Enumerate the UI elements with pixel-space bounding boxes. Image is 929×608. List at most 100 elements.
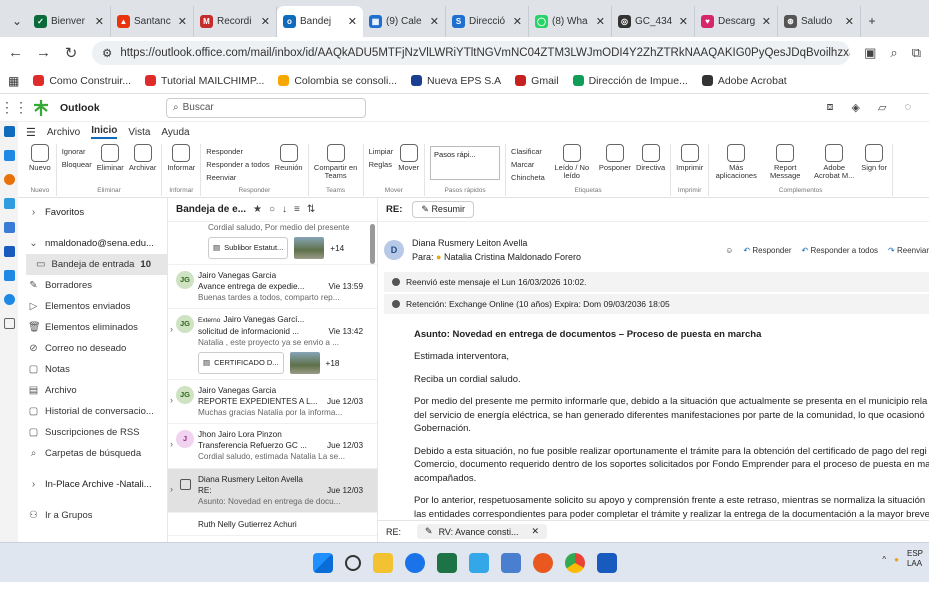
tab-search-chevron-icon[interactable]: ⌄ — [6, 14, 28, 37]
browser-tab[interactable]: ♥ Descarg ✕ — [695, 6, 778, 37]
folder-item[interactable]: ▢ Suscripciones de RSS — [18, 422, 167, 443]
browser-tab[interactable]: ◯ (8) Wha ✕ — [529, 6, 612, 37]
bookmark-item[interactable]: Dirección de Impue... — [572, 75, 688, 87]
message-item[interactable]: › JG Jairo Vanegas Garcia REPORTE EXPEDIENT… — [168, 380, 377, 425]
ribbon-button[interactable]: Report Message — [763, 144, 807, 187]
list-title[interactable]: Bandeja de e... — [176, 204, 246, 215]
search-icon[interactable] — [344, 554, 361, 571]
calendar-app-icon[interactable] — [3, 150, 15, 161]
word-app-icon[interactable] — [3, 246, 15, 257]
hamburger-menu-icon[interactable]: ☰ — [26, 126, 36, 139]
language-label[interactable]: ESP — [907, 549, 923, 559]
excel-icon[interactable] — [436, 552, 457, 573]
ribbon-small-button[interactable]: Clasificar — [511, 147, 545, 156]
todo-app-icon[interactable] — [3, 222, 15, 233]
bookmark-item[interactable]: Adobe Acrobat — [701, 75, 787, 87]
site-settings-icon[interactable]: ⚙ — [102, 46, 112, 60]
folder-item[interactable]: ✎ Borradores — [18, 275, 167, 296]
new-tab-button[interactable]: + — [861, 14, 883, 37]
ribbon-small-button[interactable]: Responder — [206, 147, 269, 156]
teams-icon[interactable]: ⧈ — [827, 101, 834, 114]
forward-button[interactable]: ↷ Reenviar — [888, 246, 929, 255]
app-launcher-icon[interactable]: ⋮⋮ — [0, 99, 28, 116]
folder-item[interactable]: ⊘ Correo no deseado — [18, 338, 167, 359]
browser-tab[interactable]: M Recordi ✕ — [194, 6, 277, 37]
ribbon-tab[interactable]: Inicio — [91, 125, 118, 139]
browser-tab[interactable]: ✓ Bienver ✕ — [28, 6, 111, 37]
ribbon-small-button[interactable]: Reenviar — [206, 173, 269, 182]
ribbon-button[interactable]: Posponer — [599, 144, 631, 187]
ribbon-button[interactable]: Directiva — [636, 144, 665, 187]
mail-app-icon[interactable] — [3, 126, 15, 137]
close-icon[interactable]: ✕ — [531, 526, 539, 537]
bookmark-item[interactable]: Tutorial MAILCHIMP... — [145, 75, 264, 87]
more-attachments[interactable]: +14 — [330, 243, 344, 254]
expand-chevron-icon[interactable]: › — [170, 394, 173, 406]
ribbon-small-button[interactable]: Responder a todos — [206, 160, 269, 169]
attachment-chip[interactable]: ▤ Sublibor Estatut... — [208, 237, 289, 260]
attachment-thumbnail[interactable] — [294, 237, 325, 260]
chevron-up-icon[interactable]: ^ — [882, 555, 886, 564]
bookmark-item[interactable]: Nueva EPS S.A — [411, 75, 501, 87]
recipient-name[interactable]: Natalia Cristina Maldonado Forero — [444, 252, 581, 262]
browser-tab[interactable]: ⊛ Saludo ✕ — [778, 6, 861, 37]
ribbon-button[interactable]: Adobe Acrobat M... — [812, 144, 856, 187]
filter-icon[interactable]: ≡ — [294, 204, 300, 215]
sender-name[interactable]: Diana Rusmery Leiton Avella — [412, 236, 581, 250]
select-checkbox[interactable] — [180, 478, 191, 490]
close-tab-icon[interactable]: ✕ — [261, 15, 270, 28]
close-tab-icon[interactable]: ✕ — [430, 15, 439, 28]
folder-item[interactable]: › Favoritos — [18, 202, 167, 223]
draft-tab[interactable]: ✎ RV: Avance consti... ✕ — [417, 524, 548, 539]
ribbon-button[interactable]: Más aplicaciones — [714, 144, 758, 187]
sort-down-icon[interactable]: ↓ — [282, 204, 287, 215]
reply-all-button[interactable]: ↶ Responder a todos — [802, 246, 879, 255]
browser-tab[interactable]: ▲ Santanc ✕ — [111, 6, 194, 37]
ribbon-button[interactable]: Leído / No leído — [550, 144, 594, 187]
ribbon-tab[interactable]: Ayuda — [161, 127, 189, 138]
ribbon-tab[interactable]: Vista — [128, 127, 150, 138]
more-apps-icon[interactable] — [3, 318, 15, 329]
copilot-app-icon[interactable] — [3, 174, 15, 185]
file-explorer-icon[interactable] — [372, 552, 393, 573]
folder-item[interactable]: 🗑 Elementos eliminados — [18, 317, 167, 338]
folder-item[interactable]: ⌄ nmaldonado@sena.edu... — [18, 233, 167, 254]
zoom-icon[interactable]: ⌕ — [890, 45, 897, 61]
folder-item[interactable]: ⌕ Carpetas de búsqueda — [18, 443, 167, 464]
folder-item[interactable]: ▢ Notas — [18, 359, 167, 380]
message-item[interactable]: › JG Externo Jairo Vanegas Garcí... solicitu… — [168, 309, 377, 381]
url-field[interactable]: ⚙ https://outlook.office.com/mail/inbox/… — [92, 40, 851, 65]
edge-icon[interactable] — [404, 552, 425, 573]
message-item[interactable]: › Diana Rusmery Leiton Avella RE: Jue 12/03… — [168, 468, 377, 513]
word-icon[interactable] — [596, 552, 617, 573]
ribbon-button[interactable]: Compartir en Teams — [314, 144, 358, 187]
ribbon-small-button[interactable]: Bloquear — [62, 160, 92, 169]
close-tab-icon[interactable]: ✕ — [178, 15, 187, 28]
close-tab-icon[interactable]: ✕ — [845, 15, 854, 28]
close-tab-icon[interactable]: ✕ — [513, 15, 522, 28]
notes-icon[interactable]: ▱ — [878, 101, 886, 114]
start-icon[interactable] — [312, 552, 333, 573]
message-item[interactable]: › J Jhon Jairo Lora Pinzon Transferencia Re… — [168, 424, 377, 469]
close-tab-icon[interactable]: ✕ — [679, 15, 688, 28]
emoji-icon[interactable]: ☺ — [725, 246, 733, 255]
back-arrow-icon[interactable]: ← — [8, 44, 23, 61]
calculator-icon[interactable] — [500, 552, 521, 573]
ribbon-small-button[interactable]: Reglas — [369, 160, 394, 169]
attachment-thumbnail[interactable] — [289, 352, 320, 375]
bookmark-item[interactable]: Colombia se consoli... — [278, 75, 397, 87]
app-icon[interactable] — [468, 552, 489, 573]
onedrive-app-icon[interactable] — [3, 270, 15, 281]
search-box[interactable]: ⌕ Buscar — [166, 97, 366, 118]
folder-item[interactable]: ▭ Bandeja de entrada 10 — [26, 254, 167, 275]
ribbon-button[interactable]: Imprimir — [676, 144, 703, 187]
list-scrollbar[interactable] — [370, 224, 375, 264]
filter-circle-icon[interactable]: ○ — [269, 204, 275, 215]
close-tab-icon[interactable]: ✕ — [348, 15, 357, 28]
ribbon-small-button[interactable]: Ignorar — [62, 147, 92, 156]
chrome-icon[interactable] — [564, 552, 585, 573]
message-item[interactable]: Ruth Nelly Gutierrez Achuri — [168, 513, 377, 536]
ribbon-button[interactable]: Nuevo — [29, 144, 51, 187]
folder-item[interactable]: ▢ Historial de conversacio... — [18, 401, 167, 422]
expand-chevron-icon[interactable]: › — [170, 323, 173, 335]
